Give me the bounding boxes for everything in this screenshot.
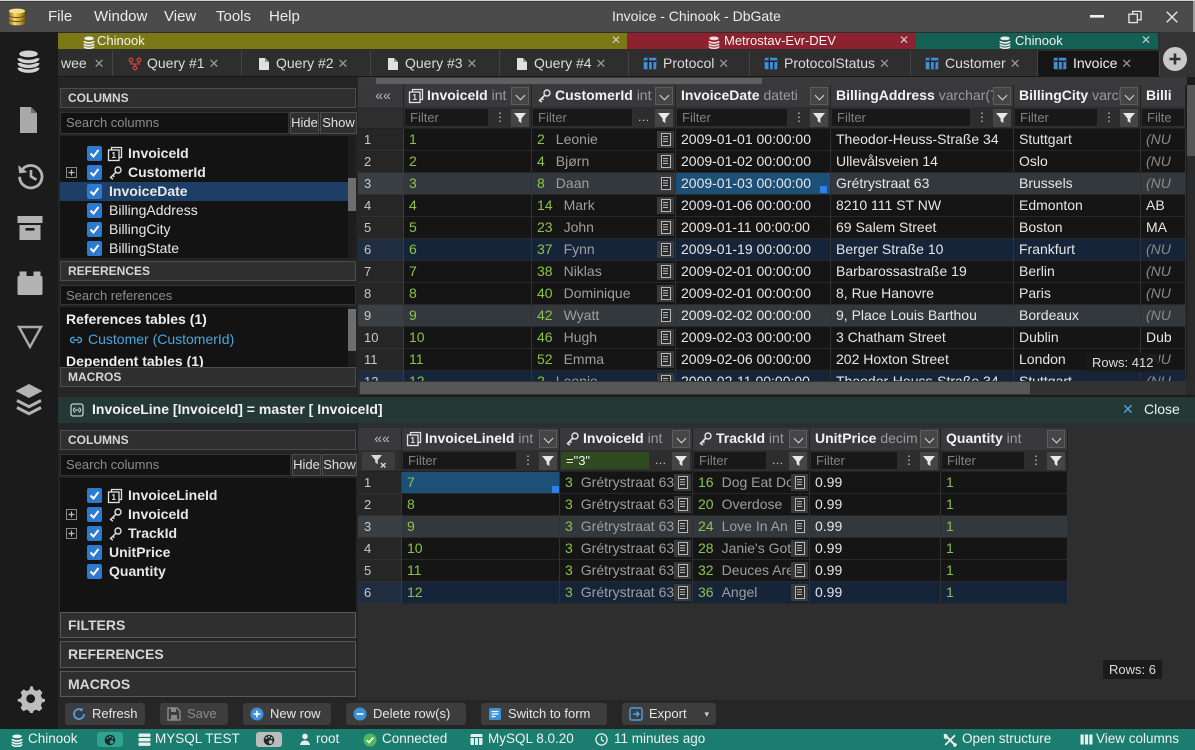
svg-text:1: 1 xyxy=(111,493,116,502)
svg-text:1: 1 xyxy=(410,436,415,445)
svg-text:1: 1 xyxy=(111,151,116,160)
svg-text:1: 1 xyxy=(412,93,417,102)
